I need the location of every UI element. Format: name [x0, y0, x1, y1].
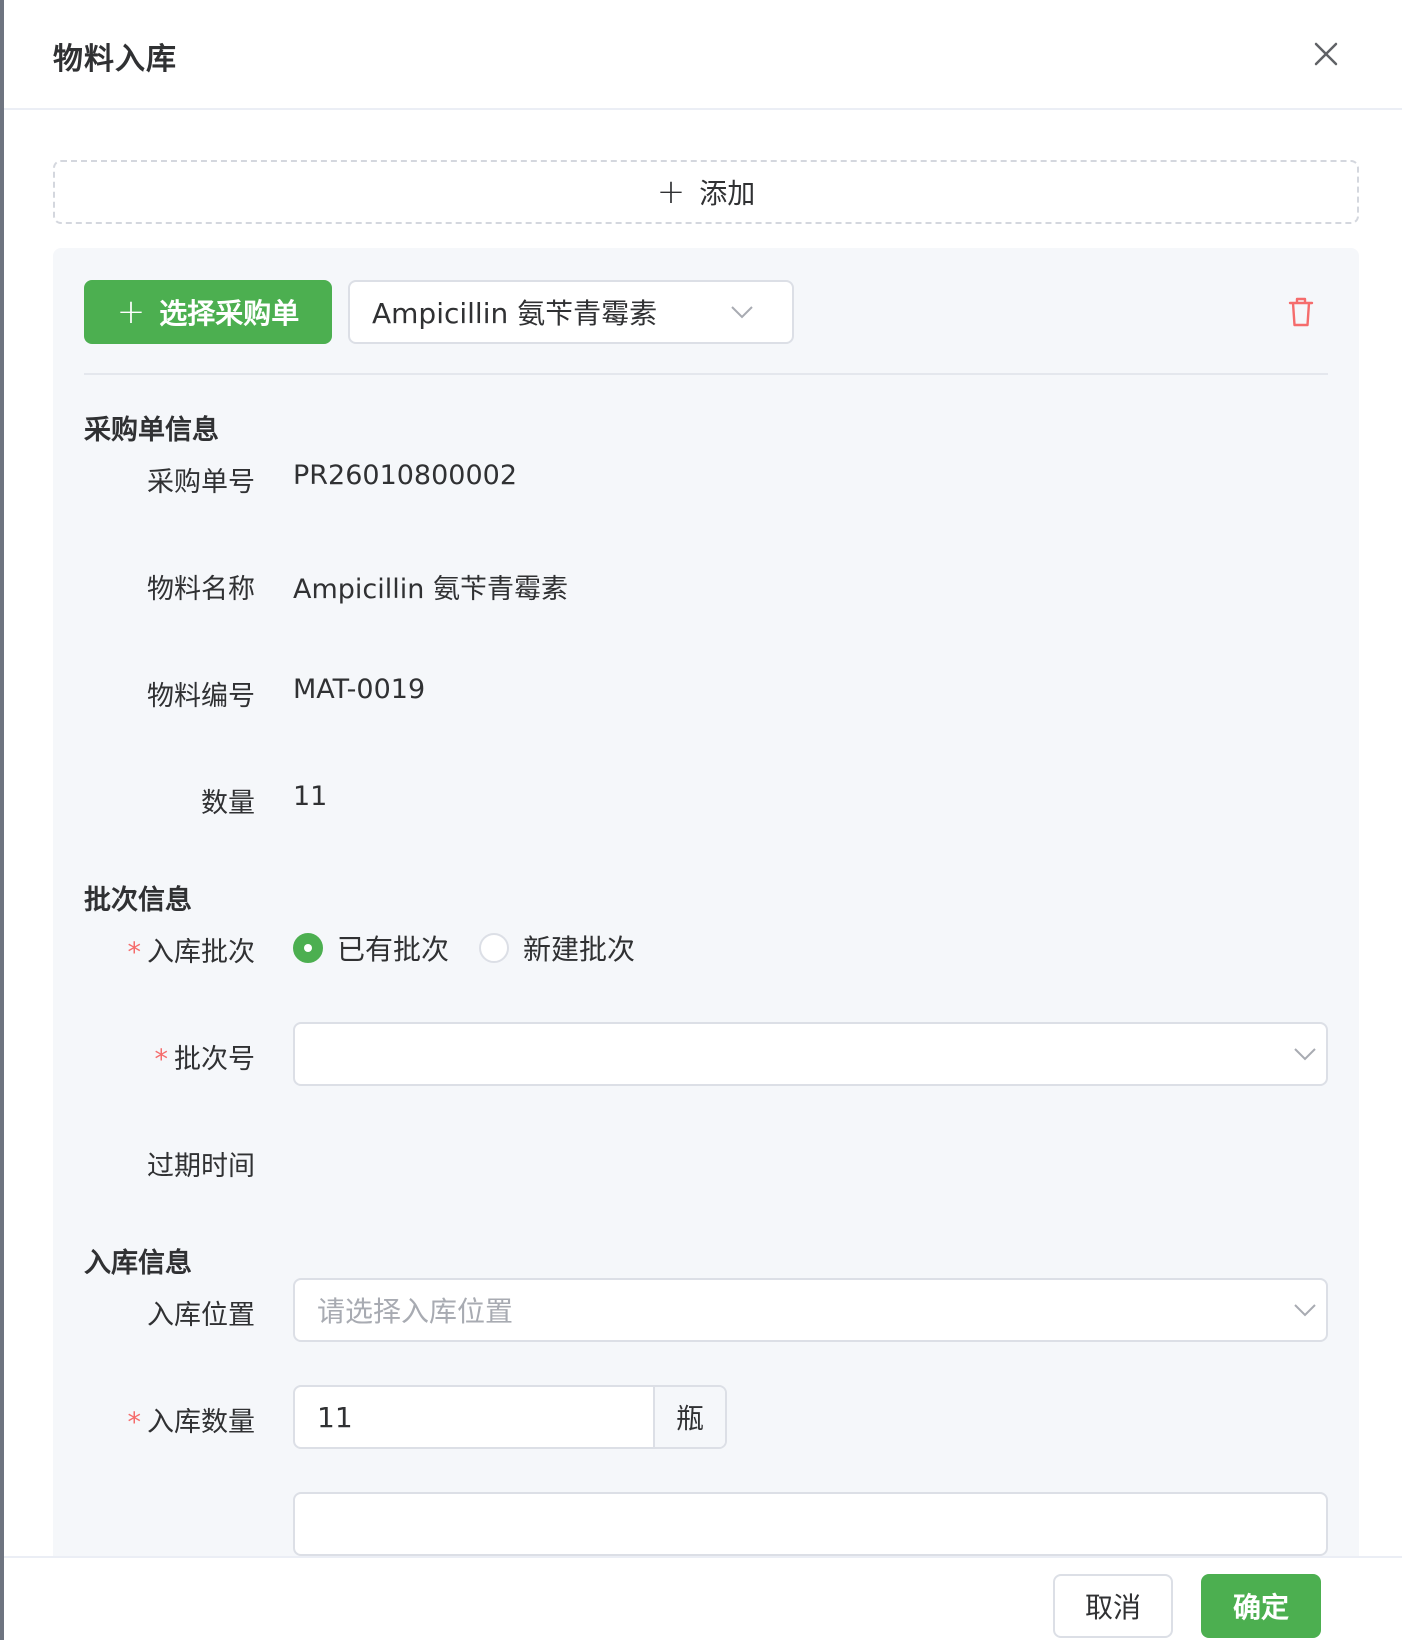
batch-type-radio-group: 已有批次 新建批次 [293, 928, 665, 968]
drawer-header: 物料入库 [4, 0, 1402, 110]
close-icon [1314, 42, 1338, 66]
stockin-quantity-label: * 入库数量 [15, 1400, 256, 1439]
chevron-down-icon [728, 298, 756, 326]
po-quantity-label: 数量 [201, 788, 255, 819]
drawer-body: + 添加 + 选择采购单 Ampicillin 氨苄青霉素 采购单信息 采购单号… [4, 110, 1402, 1556]
storage-location-placeholder: 请选择入库位置 [317, 1295, 514, 1328]
drawer-footer: 取消 确定 [4, 1556, 1402, 1640]
material-select[interactable]: Ampicillin 氨苄青霉素 [348, 280, 794, 344]
drawer-title: 物料入库 [53, 42, 177, 77]
material-code-label: 物料编号 [147, 681, 255, 712]
material-name-value: Ampicillin 氨苄青霉素 [293, 574, 568, 605]
po-number-value: PR26010800002 [293, 460, 518, 491]
select-purchase-order-label: 选择采购单 [159, 297, 300, 330]
radio-existing-batch-label: 已有批次 [337, 933, 450, 966]
expiry-date-label: 过期时间 [147, 1151, 255, 1182]
chevron-down-icon [1291, 1296, 1319, 1324]
material-select-value: Ampicillin 氨苄青霉素 [372, 297, 658, 330]
close-button[interactable] [1304, 32, 1348, 76]
po-number-label: 采购单号 [147, 467, 255, 498]
chevron-down-icon [1291, 1040, 1319, 1068]
cancel-button[interactable]: 取消 [1053, 1574, 1173, 1638]
delete-item-button[interactable] [1283, 294, 1319, 330]
add-item-label: 添加 [699, 177, 756, 210]
required-asterisk: * [127, 937, 142, 968]
confirm-button[interactable]: 确定 [1201, 1574, 1321, 1638]
po-quantity-value: 11 [293, 781, 328, 812]
batch-type-label: * 入库批次 [15, 930, 256, 969]
stockin-quantity-unit: 瓶 [653, 1387, 725, 1447]
batch-type-label-text: 入库批次 [147, 937, 255, 968]
radio-new-batch[interactable]: 新建批次 [479, 928, 635, 968]
next-field-input[interactable] [293, 1492, 1328, 1556]
storage-location-select[interactable]: 请选择入库位置 [293, 1278, 1328, 1342]
trash-icon [1288, 297, 1314, 327]
stockin-quantity-label-text: 入库数量 [147, 1407, 255, 1438]
stockin-section-title: 入库信息 [84, 1248, 192, 1279]
batch-number-label: * 批次号 [15, 1037, 256, 1076]
required-asterisk: * [127, 1407, 142, 1438]
radio-checked-icon [293, 933, 323, 963]
stock-in-drawer: 物料入库 + 添加 + 选择采购单 Ampicillin 氨苄青霉素 采购单信息… [4, 0, 1402, 1640]
card-divider [84, 373, 1328, 375]
batch-number-select[interactable] [293, 1022, 1328, 1086]
add-item-button[interactable]: + 添加 [53, 160, 1359, 224]
material-name-label: 物料名称 [147, 574, 255, 605]
plus-icon: + [656, 172, 686, 212]
batch-number-label-text: 批次号 [174, 1044, 255, 1075]
stockin-quantity-input-group: 11 瓶 [293, 1385, 727, 1449]
material-code-value: MAT-0019 [293, 674, 426, 705]
required-asterisk: * [154, 1044, 169, 1075]
storage-location-label: 入库位置 [147, 1300, 255, 1331]
batch-section-title: 批次信息 [84, 885, 192, 916]
select-purchase-order-button[interactable]: + 选择采购单 [84, 280, 332, 344]
po-section-title: 采购单信息 [84, 415, 219, 446]
item-card: + 选择采购单 Ampicillin 氨苄青霉素 采购单信息 采购单号 PR26… [53, 248, 1359, 1556]
plus-icon: + [116, 292, 146, 332]
radio-unchecked-icon [479, 933, 510, 963]
radio-new-batch-label: 新建批次 [523, 933, 636, 966]
radio-existing-batch[interactable]: 已有批次 [293, 928, 449, 968]
stockin-quantity-input[interactable]: 11 [295, 1387, 653, 1447]
